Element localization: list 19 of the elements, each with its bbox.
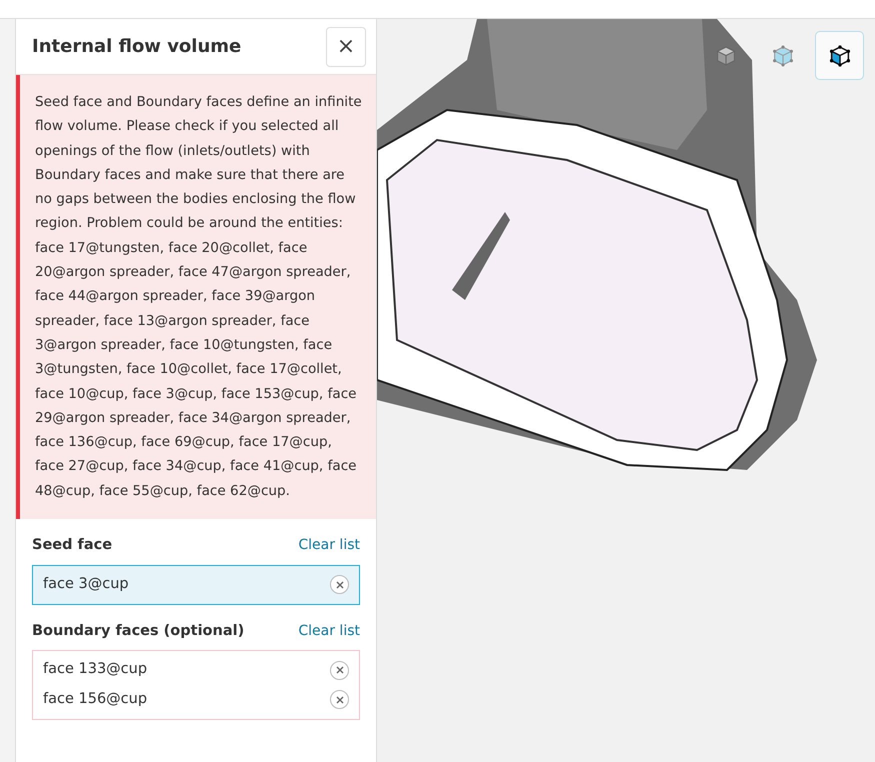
selected-face: face 156@cup (43, 690, 148, 710)
remove-icon[interactable] (330, 690, 349, 710)
section-label: Boundary faces (optional) (32, 622, 244, 641)
error-message: Seed face and Boundary faces define an infinite flow volume. Please check if you selected all openings of the flow (inlets/outlets) with Boundary faces and make sure that there are no gaps between the bodies enclosing the flow region. Problem could be around the entities: face 17@tungsten, face 20@collet, face 20@argon spreader, face 47@argon spreader, face 44@argon spreader, face 39@argon spreader, face 13@argon spreader, face 3@argon spreader, face 10@tungsten, face 3@tungsten, face 10@collet, face 17@collet, face 10@cup, face 3@cup, face 153@cup, face 29@argon spreader, face 34@argon spreader, face 136@cup, face 69@cup, face 17@cup, face 27@cup, face 34@cup, face 41@cup, face 48@cup, face 55@cup, face 62@cup. (16, 75, 376, 520)
transparent-cube-icon (772, 44, 794, 66)
remove-icon[interactable] (330, 660, 349, 680)
selection-list[interactable]: face 3@cup (32, 564, 360, 605)
edge-cube-icon (828, 44, 850, 66)
selection-list[interactable]: face 133@cup face 156@cup (32, 650, 360, 720)
clear-list-link[interactable]: Clear list (298, 535, 360, 556)
selected-face: face 133@cup (43, 660, 148, 680)
panel-title: Internal flow volume (32, 35, 242, 59)
clear-list-link[interactable]: Clear list (298, 620, 360, 642)
solid-cube-icon (714, 44, 736, 66)
remove-icon[interactable] (330, 575, 349, 594)
selected-face: face 3@cup (43, 574, 129, 594)
section-label: Seed face (32, 536, 112, 556)
close-button[interactable]: × (326, 26, 366, 66)
view-mode-button[interactable] (815, 31, 864, 80)
